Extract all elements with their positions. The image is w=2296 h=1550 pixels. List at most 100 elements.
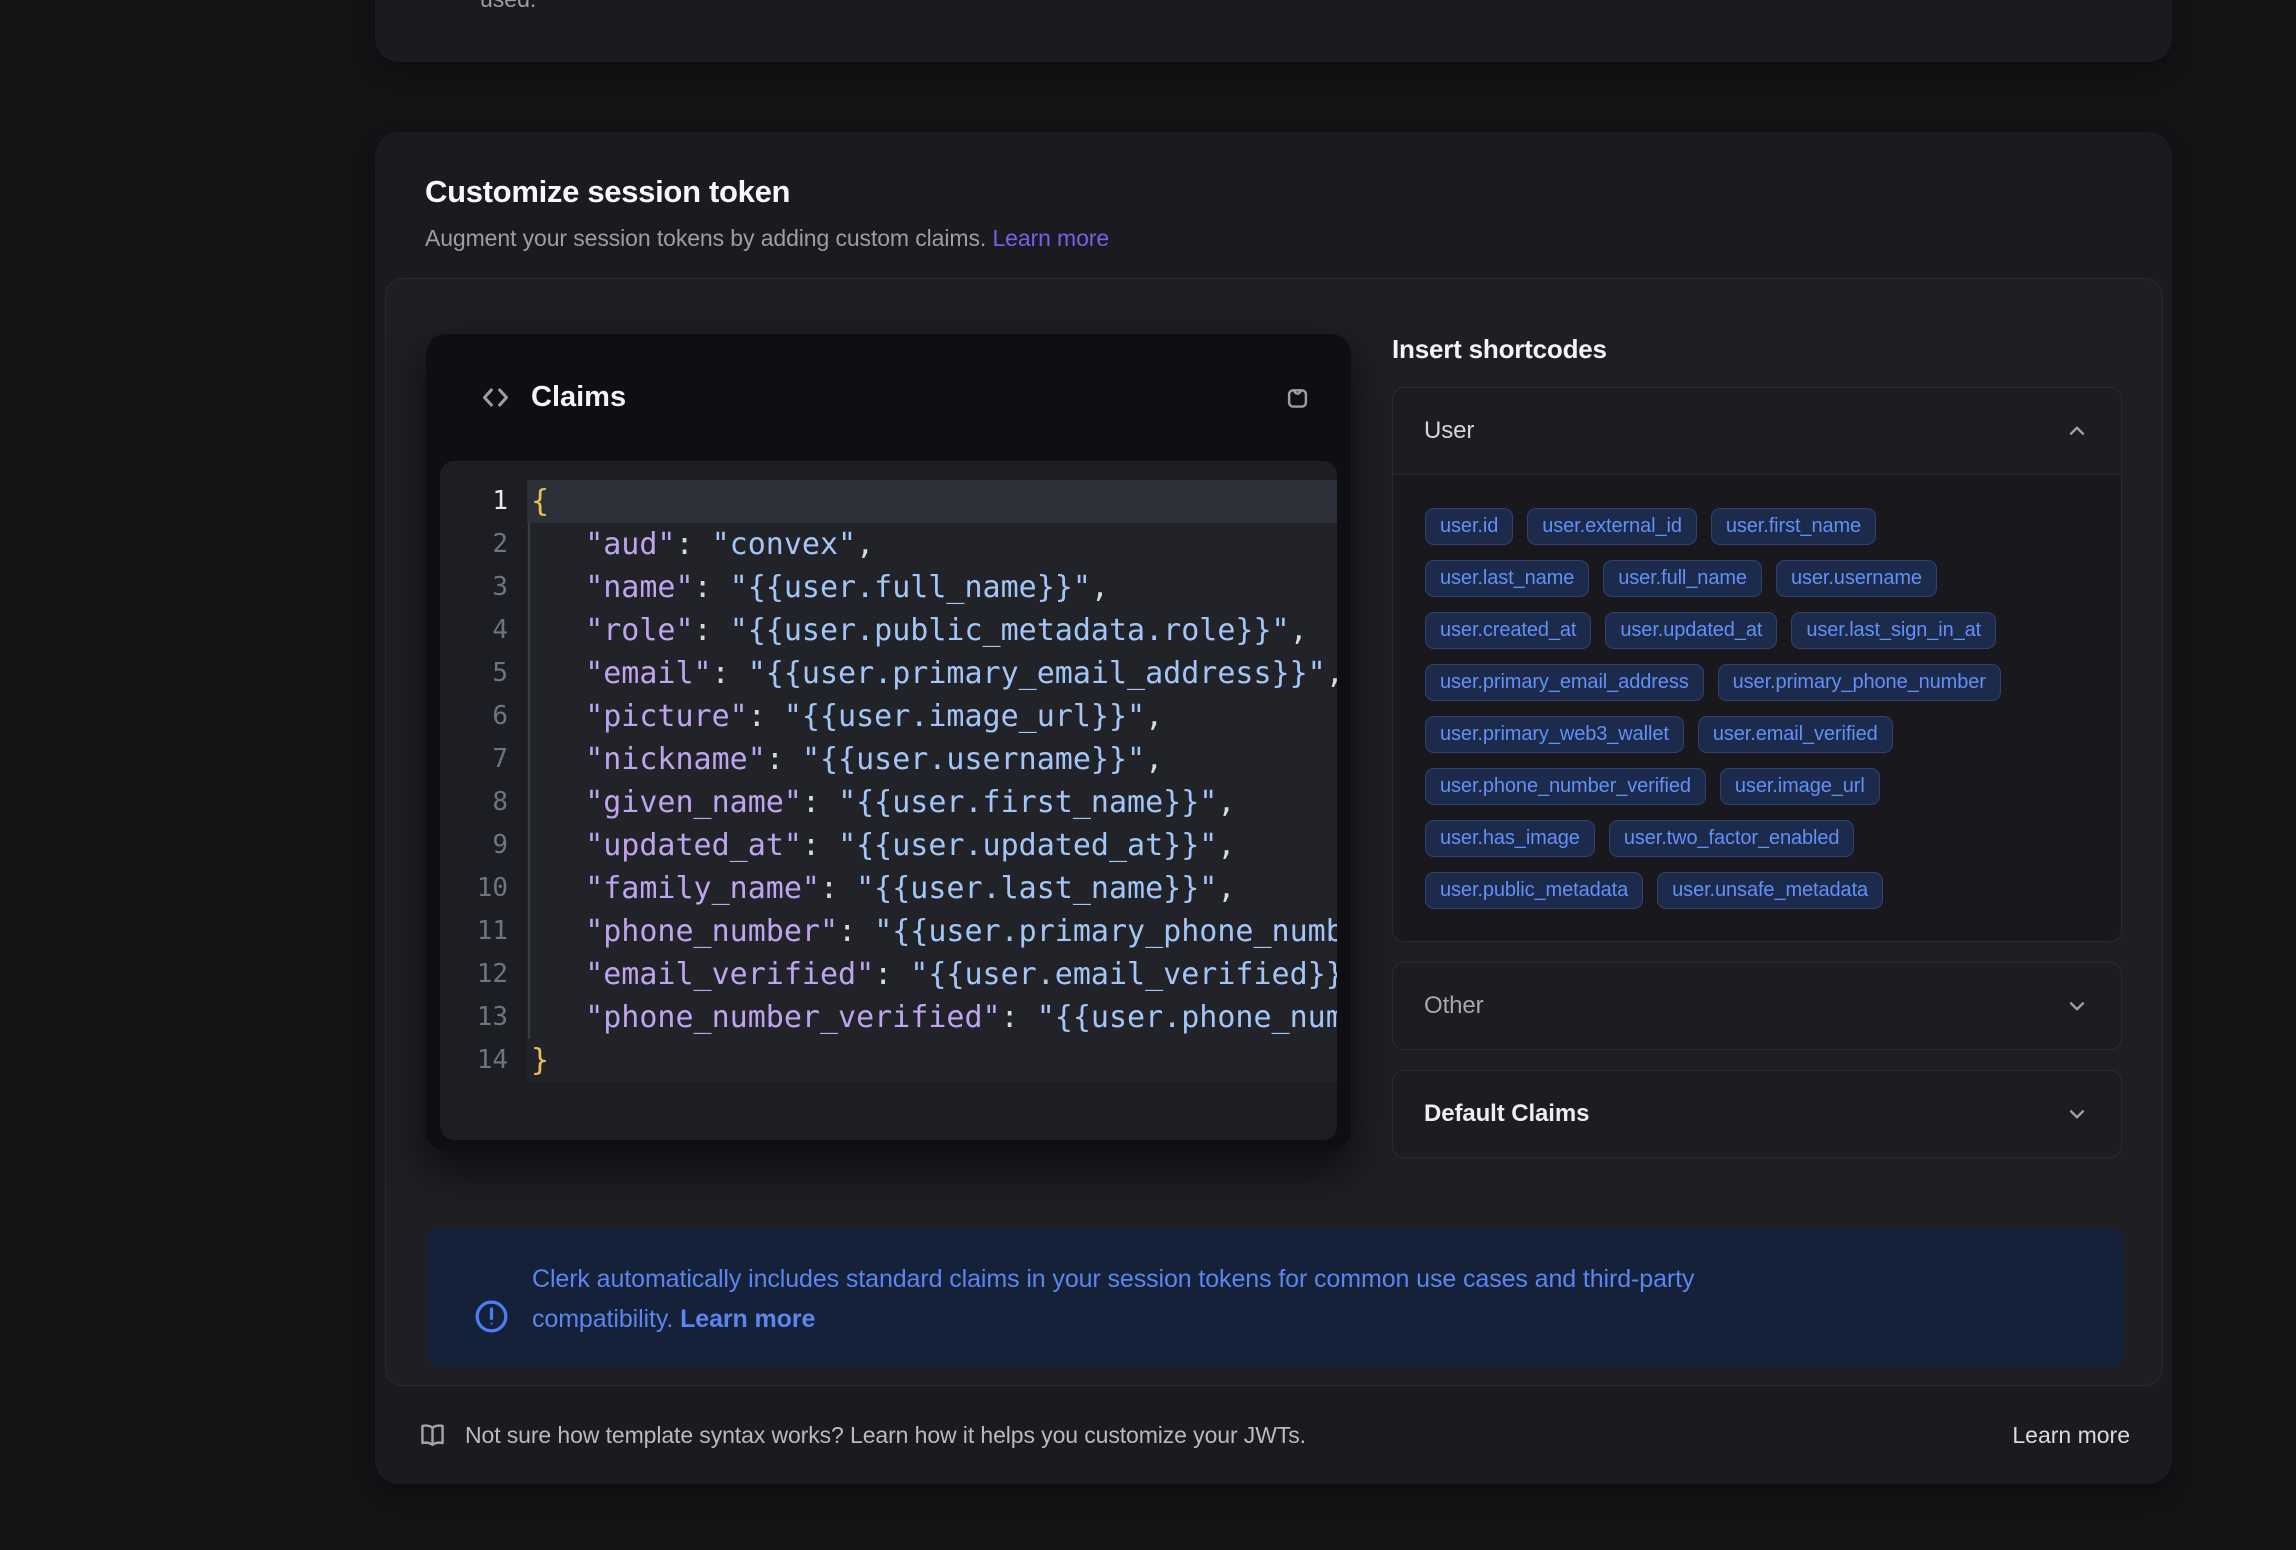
code-line[interactable]: 14} — [440, 1039, 1337, 1082]
page-background: used. Customize session token Augment yo… — [0, 0, 2296, 1550]
code-line-content[interactable]: "name": "{{user.full_name}}", — [527, 566, 1337, 609]
shortcode-chip[interactable]: user.last_name — [1425, 560, 1589, 597]
code-line[interactable]: 8 "given_name": "{{user.first_name}}", — [440, 781, 1337, 824]
shortcode-chip[interactable]: user.two_factor_enabled — [1609, 820, 1855, 857]
shortcode-chip[interactable]: user.phone_number_verified — [1425, 768, 1706, 805]
shortcode-chip[interactable]: user.external_id — [1527, 508, 1697, 545]
code-line[interactable]: 2 "aud": "convex", — [440, 523, 1337, 566]
code-line-content[interactable]: "phone_number": "{{user.primary_phone_nu… — [527, 910, 1337, 953]
shortcode-chip[interactable]: user.primary_web3_wallet — [1425, 716, 1684, 753]
shortcode-chip[interactable]: user.has_image — [1425, 820, 1595, 857]
customize-session-token-card: Customize session token Augment your ses… — [375, 132, 2172, 1484]
card-footer: Not sure how template syntax works? Lear… — [375, 1386, 2172, 1484]
line-number: 13 — [440, 996, 527, 1039]
section-toggle-other[interactable]: Other — [1393, 963, 2121, 1049]
footer-help-text: Not sure how template syntax works? Lear… — [465, 1422, 1306, 1449]
code-line-content[interactable]: "picture": "{{user.image_url}}", — [527, 695, 1337, 738]
code-line[interactable]: 13 "phone_number_verified": "{{user.phon… — [440, 996, 1337, 1039]
shortcode-chip[interactable]: user.created_at — [1425, 612, 1591, 649]
banner-line1: Clerk automatically includes standard cl… — [532, 1265, 1694, 1293]
shortcodes-section-default-claims: Default Claims — [1392, 1070, 2122, 1158]
line-number: 5 — [440, 652, 527, 695]
section-label-default-claims: Default Claims — [1424, 1100, 1589, 1128]
shortcode-chip[interactable]: user.last_sign_in_at — [1791, 612, 1996, 649]
section-toggle-user[interactable]: User — [1393, 388, 2121, 474]
code-line[interactable]: 5 "email": "{{user.primary_email_address… — [440, 652, 1337, 695]
card-inner-panel: Claims 1{2 "aud": "convex",3 "name": "{{… — [385, 278, 2163, 1386]
code-line[interactable]: 4 "role": "{{user.public_metadata.role}}… — [440, 609, 1337, 652]
chevron-down-icon — [2064, 993, 2090, 1019]
line-number: 10 — [440, 867, 527, 910]
chip-row: user.primary_web3_wallet user.email_verif… — [1425, 716, 2089, 753]
line-number: 1 — [440, 480, 527, 523]
insert-shortcodes-panel: Insert shortcodes User user.iduser.exter… — [1392, 334, 2122, 1178]
shortcode-chip[interactable]: user.public_metadata — [1425, 872, 1643, 909]
chevron-down-icon — [2064, 1101, 2090, 1127]
section-label-user: User — [1424, 417, 1474, 445]
code-line-content[interactable]: "nickname": "{{user.username}}", — [527, 738, 1337, 781]
banner-line2: compatibility. — [532, 1305, 673, 1333]
code-line-content[interactable]: "email_verified": "{{user.email_verified… — [527, 953, 1337, 996]
shortcode-chip[interactable]: user.first_name — [1711, 508, 1876, 545]
book-icon — [417, 1420, 448, 1451]
line-number: 11 — [440, 910, 527, 953]
chip-row: user.created_at user.updated_at user.last_… — [1425, 612, 2089, 649]
code-line-content[interactable]: "aud": "convex", — [527, 523, 1337, 566]
code-line[interactable]: 6 "picture": "{{user.image_url}}", — [440, 695, 1337, 738]
claims-code-editor[interactable]: 1{2 "aud": "convex",3 "name": "{{user.fu… — [440, 461, 1337, 1140]
shortcode-chip[interactable]: user.primary_email_address — [1425, 664, 1704, 701]
line-number: 9 — [440, 824, 527, 867]
line-number: 2 — [440, 523, 527, 566]
code-line-content[interactable]: "family_name": "{{user.last_name}}", — [527, 867, 1337, 910]
code-line-content[interactable]: "phone_number_verified": "{{user.phone_n… — [527, 996, 1337, 1039]
shortcode-chip[interactable]: user.updated_at — [1605, 612, 1777, 649]
shortcode-chip[interactable]: user.image_url — [1720, 768, 1880, 805]
code-line-content[interactable]: "given_name": "{{user.first_name}}", — [527, 781, 1337, 824]
code-line-content[interactable]: } — [527, 1039, 1337, 1082]
shortcodes-section-other: Other — [1392, 962, 2122, 1050]
previous-card: used. — [375, 0, 2172, 62]
code-line[interactable]: 3 "name": "{{user.full_name}}", — [440, 566, 1337, 609]
shortcode-chip[interactable]: user.full_name — [1603, 560, 1762, 597]
chip-row: user.last_name user.full_name user.usernam… — [1425, 560, 2089, 597]
code-line[interactable]: 9 "updated_at": "{{user.updated_at}}", — [440, 824, 1337, 867]
shortcode-chip[interactable]: user.id — [1425, 508, 1513, 545]
chevron-up-icon — [2064, 418, 2090, 444]
line-number: 8 — [440, 781, 527, 824]
info-banner: Clerk automatically includes standard cl… — [426, 1228, 2123, 1367]
section-toggle-default-claims[interactable]: Default Claims — [1393, 1071, 2121, 1157]
code-line-content[interactable]: { — [527, 480, 1337, 523]
alert-circle-icon — [473, 1265, 510, 1367]
line-number: 14 — [440, 1039, 527, 1082]
shortcode-chip[interactable]: user.email_verified — [1698, 716, 1893, 753]
previous-card-clipped-text: used. — [480, 0, 536, 13]
footer-learn-more-link[interactable]: Learn more — [2012, 1422, 2130, 1449]
code-line[interactable]: 11 "phone_number": "{{user.primary_phone… — [440, 910, 1337, 953]
code-line-content[interactable]: "role": "{{user.public_metadata.role}}", — [527, 609, 1337, 652]
code-icon — [479, 381, 512, 414]
code-line-content[interactable]: "email": "{{user.primary_email_address}}… — [527, 652, 1337, 695]
chip-row: user.phone_number_verified user.image_url — [1425, 768, 2089, 805]
card-subtitle: Augment your session tokens by adding cu… — [425, 225, 2122, 252]
shortcode-chip[interactable]: user.unsafe_metadata — [1657, 872, 1883, 909]
code-line[interactable]: 12 "email_verified": "{{user.email_verif… — [440, 953, 1337, 996]
chip-row: user.has_image user.two_factor_enabled — [1425, 820, 2089, 857]
code-line-content[interactable]: "updated_at": "{{user.updated_at}}", — [527, 824, 1337, 867]
section-label-other: Other — [1424, 992, 1484, 1020]
code-line[interactable]: 10 "family_name": "{{user.last_name}}", — [440, 867, 1337, 910]
shortcode-chip[interactable]: user.username — [1776, 560, 1937, 597]
clipboard-copy-icon[interactable] — [1282, 382, 1313, 413]
shortcodes-section-user: User user.id user.external_id user.first_n… — [1392, 387, 2122, 942]
code-line[interactable]: 1{ — [440, 480, 1337, 523]
chip-row: user.primary_email_address user.primary_p… — [1425, 664, 2089, 701]
banner-text: Clerk automatically includes standard cl… — [532, 1259, 1694, 1367]
shortcode-chip[interactable]: user.primary_phone_number — [1718, 664, 2001, 701]
line-number: 4 — [440, 609, 527, 652]
line-number: 7 — [440, 738, 527, 781]
code-line[interactable]: 7 "nickname": "{{user.username}}", — [440, 738, 1337, 781]
subtitle-text: Augment your session tokens by adding cu… — [425, 225, 986, 251]
line-number: 6 — [440, 695, 527, 738]
banner-learn-more-link[interactable]: Learn more — [680, 1305, 815, 1333]
chip-row: user.id user.external_id user.first_name — [1425, 508, 2089, 545]
subtitle-learn-more-link[interactable]: Learn more — [992, 225, 1109, 251]
